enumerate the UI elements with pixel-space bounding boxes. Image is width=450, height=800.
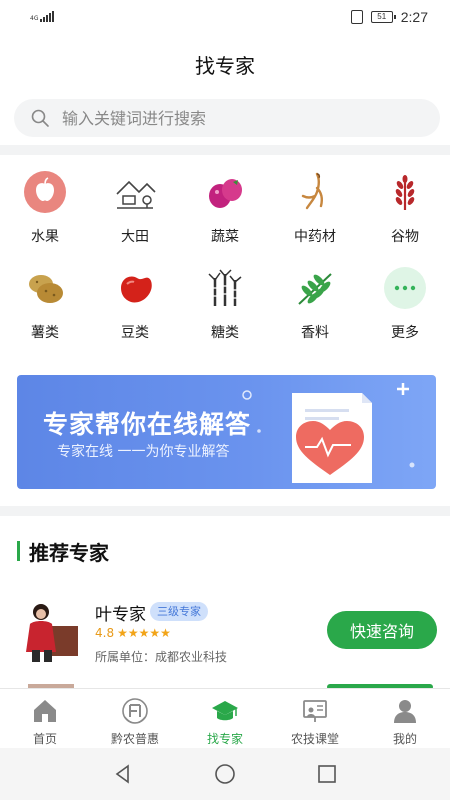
home-nav-icon[interactable] <box>214 763 236 785</box>
category-field[interactable]: 大田 <box>90 170 180 266</box>
tab-label: 农技课堂 <box>290 732 339 746</box>
banner-subtitle: 专家在线 一一为你专业解答 <box>57 444 230 460</box>
category-label: 蔬菜 <box>211 229 239 245</box>
potato-icon <box>29 275 63 303</box>
expert-level-badge: 三级专家 <box>150 602 208 621</box>
back-icon[interactable] <box>112 763 134 785</box>
signal-indicator: 4G <box>30 10 55 22</box>
star-icons: ★★★★★ <box>117 626 171 640</box>
category-label: 中药材 <box>294 229 336 245</box>
battery-icon: 51 <box>370 11 396 23</box>
expert-rating: 4.8 ★★★★★ <box>95 626 171 640</box>
divider <box>0 506 450 516</box>
sugarcane-icon <box>208 269 242 306</box>
category-grain[interactable]: 谷物 <box>360 170 450 266</box>
tab-find-expert[interactable]: 找专家 <box>180 689 270 748</box>
clock: 2:27 <box>400 9 428 25</box>
search-input[interactable] <box>62 108 402 128</box>
user-icon <box>394 700 416 723</box>
category-spice[interactable]: 香料 <box>270 266 360 362</box>
expert-name: 叶专家 <box>95 605 146 625</box>
category-more[interactable]: 更多 <box>360 266 450 362</box>
category-label: 薯类 <box>31 325 59 341</box>
wheat-icon <box>395 175 415 210</box>
qiannong-logo-icon <box>122 698 148 724</box>
more-dots-icon <box>384 267 426 309</box>
tab-label: 我的 <box>392 732 417 746</box>
farm-field-icon <box>116 180 156 209</box>
bean-icon <box>121 276 152 303</box>
eggplant-icon <box>209 179 242 208</box>
herb-leaf-icon <box>298 273 332 305</box>
section-title: 推荐专家 <box>29 540 109 565</box>
graduation-cap-icon <box>212 701 238 721</box>
bottom-tab-bar: 首页 黔农普惠 找专家 农技课堂 我的 <box>0 688 450 748</box>
quick-consult-button[interactable]: 快速咨询 <box>327 611 437 649</box>
section-accent-bar <box>17 541 20 561</box>
apple-icon <box>24 171 66 213</box>
banner-title: 专家帮你在线解答 <box>43 410 252 439</box>
search-bar[interactable] <box>14 99 440 137</box>
category-label: 大田 <box>121 229 149 245</box>
section-header: 推荐专家 <box>17 538 109 565</box>
network-type: 4G <box>30 15 39 22</box>
category-label: 糖类 <box>211 325 239 341</box>
system-nav-bar <box>0 748 450 800</box>
category-label: 水果 <box>31 229 59 245</box>
expert-affiliation: 所属单位：成都农业科技 <box>95 650 228 664</box>
tab-qiannong[interactable]: 黔农普惠 <box>90 689 180 748</box>
status-bar: 4G 51 2:27 <box>0 0 450 34</box>
search-icon <box>31 109 49 127</box>
category-herbal-medicine[interactable]: 中药材 <box>270 170 360 266</box>
tab-label: 黔农普惠 <box>110 732 159 746</box>
tab-profile[interactable]: 我的 <box>360 689 450 748</box>
expert-banner[interactable]: 专家帮你在线解答 专家在线 一一为你专业解答 <box>17 375 436 489</box>
ginseng-root-icon <box>301 172 323 210</box>
classroom-icon <box>303 700 327 722</box>
tab-label: 首页 <box>32 732 57 746</box>
category-grid: 水果 大田 蔬菜 中药材 谷物 薯类 豆类 糖类 香料 更多 <box>0 170 450 362</box>
category-fruit[interactable]: 水果 <box>0 170 90 266</box>
category-tuber[interactable]: 薯类 <box>0 266 90 362</box>
category-label: 香料 <box>301 325 329 341</box>
avatar <box>20 598 80 664</box>
category-label: 谷物 <box>391 229 419 245</box>
category-sugar[interactable]: 糖类 <box>180 266 270 362</box>
expert-card[interactable]: 叶专家 三级专家 4.8 ★★★★★ 所属单位：成都农业科技 快速咨询 <box>20 598 440 668</box>
page-title: 找专家 <box>195 54 255 78</box>
recents-icon[interactable] <box>316 763 338 785</box>
vibrate-icon <box>350 10 363 24</box>
home-icon <box>34 700 56 722</box>
category-bean[interactable]: 豆类 <box>90 266 180 362</box>
signal-icon <box>40 10 55 22</box>
rating-score: 4.8 <box>95 626 115 640</box>
tab-home[interactable]: 首页 <box>0 689 90 748</box>
divider <box>0 145 450 155</box>
tab-label: 找专家 <box>206 732 243 746</box>
category-label: 豆类 <box>121 325 149 341</box>
category-vegetable[interactable]: 蔬菜 <box>180 170 270 266</box>
tab-classroom[interactable]: 农技课堂 <box>270 689 360 748</box>
category-label: 更多 <box>391 325 419 341</box>
